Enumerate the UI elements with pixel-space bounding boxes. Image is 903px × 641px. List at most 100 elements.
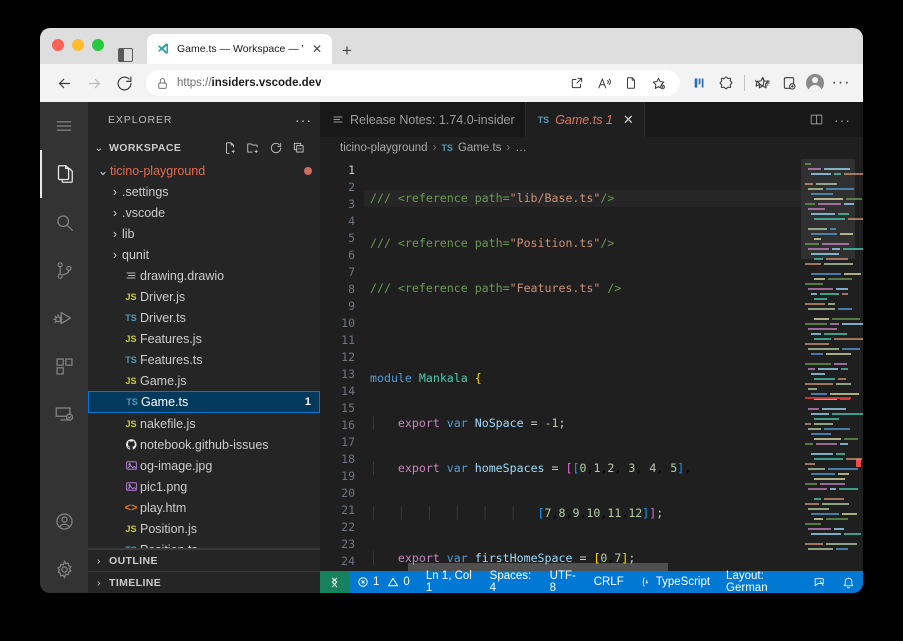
minimap-code-line xyxy=(836,383,851,385)
sidebar-item-search[interactable] xyxy=(40,198,88,246)
sidebar-item-explorer[interactable] xyxy=(40,150,88,198)
manage-gear-icon[interactable] xyxy=(40,545,88,593)
browser-tab[interactable]: Game.ts — Workspace — Visual Studio Code… xyxy=(147,34,332,64)
language-status[interactable]: TypeScript xyxy=(632,571,718,593)
feedback-icon[interactable] xyxy=(805,571,834,593)
code-content[interactable]: /// <reference path="lib/Base.ts"/> /// … xyxy=(364,159,801,571)
tree-folder-vscode[interactable]: ›.vscode xyxy=(88,202,320,223)
tab-close-icon[interactable]: ✕ xyxy=(623,112,634,128)
tree-file-nakefile.js[interactable]: JSnakefile.js xyxy=(88,413,320,434)
back-icon[interactable] xyxy=(50,69,78,97)
minimap-code-line xyxy=(805,243,819,245)
new-tab-button[interactable]: + xyxy=(342,42,352,59)
forward-icon[interactable] xyxy=(80,69,108,97)
workspace-section-header[interactable]: ⌄ WORKSPACE xyxy=(88,137,320,159)
tree-file-notebook.github-issues[interactable]: notebook.github-issues xyxy=(88,434,320,455)
timeline-section-header[interactable]: › TIMELINE xyxy=(88,571,320,593)
collections-icon[interactable] xyxy=(777,71,801,95)
settings-and-more-icon[interactable]: ··· xyxy=(829,71,853,95)
minimap[interactable] xyxy=(801,159,863,571)
sidebar-item-source-control[interactable] xyxy=(40,246,88,294)
minimap-code-line xyxy=(824,168,850,170)
more-actions-icon[interactable]: ··· xyxy=(834,112,851,128)
indentation-status[interactable]: Spaces: 4 xyxy=(482,571,542,593)
minimap-code-line xyxy=(811,353,823,355)
editor-area: Release Notes: 1.74.0-insider TS Game.ts… xyxy=(320,102,863,593)
eol-status[interactable]: CRLF xyxy=(586,571,632,593)
tab-release-notes[interactable]: Release Notes: 1.74.0-insider xyxy=(320,102,526,137)
tree-file-Features.js[interactable]: JSFeatures.js xyxy=(88,328,320,349)
encoding-status[interactable]: UTF-8 xyxy=(542,571,586,593)
tab-game-ts[interactable]: TS Game.ts 1 ✕ xyxy=(526,102,645,137)
tree-file-Position.js[interactable]: JSPosition.js xyxy=(88,518,320,539)
read-aloud-icon[interactable] xyxy=(592,71,616,95)
minimap-code-line xyxy=(840,443,848,445)
tree-item-label: notebook.github-issues xyxy=(140,438,269,452)
minimap-code-line xyxy=(808,188,823,190)
browser-sidebar-toggle-icon[interactable] xyxy=(118,48,133,62)
breadcrumb-item-symbol[interactable]: … xyxy=(515,142,527,154)
close-window-button[interactable] xyxy=(52,39,64,51)
problems-status[interactable]: 1 0 xyxy=(349,571,418,593)
sidebar-more-icon[interactable]: ··· xyxy=(295,112,312,128)
minimize-window-button[interactable] xyxy=(72,39,84,51)
tree-folder-settings[interactable]: ›.settings xyxy=(88,181,320,202)
minimap-code-line xyxy=(836,453,845,455)
sidebar-item-run-and-debug[interactable] xyxy=(40,294,88,342)
notifications-bell-icon[interactable] xyxy=(834,571,863,593)
sidebar-item-extensions[interactable] xyxy=(40,342,88,390)
minimap-code-line xyxy=(805,383,833,385)
browser-essentials-icon[interactable] xyxy=(714,71,738,95)
notes-icon xyxy=(332,114,344,126)
tree-file-Game.ts[interactable]: TSGame.ts1 xyxy=(88,391,320,413)
tree-file-pic1.png[interactable]: pic1.png xyxy=(88,476,320,497)
menu-icon[interactable] xyxy=(40,102,88,150)
share-icon[interactable] xyxy=(565,71,589,95)
code-editor[interactable]: 1234567891011121314151617181920212223242… xyxy=(320,159,863,571)
tree-file-Driver.ts[interactable]: TSDriver.ts xyxy=(88,307,320,328)
chevron-down-icon: ⌄ xyxy=(92,142,106,154)
line-number: 1 xyxy=(320,162,364,179)
browser-tab-close-icon[interactable]: ✕ xyxy=(310,43,324,55)
minimap-code-line xyxy=(805,503,819,505)
refresh-icon[interactable] xyxy=(269,141,283,155)
status-bar-right: Ln 1, Col 1 Spaces: 4 UTF-8 CRLF TypeScr… xyxy=(418,571,863,593)
new-folder-icon[interactable] xyxy=(246,141,260,155)
minimap-code-line xyxy=(808,428,821,430)
new-file-icon[interactable] xyxy=(223,141,237,155)
split-screen-icon[interactable] xyxy=(688,71,712,95)
tree-file-og-image.jpg[interactable]: og-image.jpg xyxy=(88,455,320,476)
tree-file-Driver.js[interactable]: JSDriver.js xyxy=(88,286,320,307)
tree-item-label: qunit xyxy=(122,248,149,262)
address-bar[interactable]: https://insiders.vscode.dev xyxy=(146,70,680,96)
tree-file-play.htm[interactable]: <>play.htm xyxy=(88,497,320,518)
favorite-icon[interactable] xyxy=(646,71,670,95)
tree-file-Position.ts[interactable]: TSPosition.ts xyxy=(88,539,320,548)
tree-file-Game.js[interactable]: JSGame.js xyxy=(88,370,320,391)
collapse-all-icon[interactable] xyxy=(292,141,306,155)
tree-file-drawing.drawio[interactable]: drawing.drawio xyxy=(88,265,320,286)
horizontal-scrollbar[interactable] xyxy=(408,563,668,571)
line-number: 23 xyxy=(320,536,364,553)
remote-indicator[interactable] xyxy=(320,571,349,593)
cursor-position[interactable]: Ln 1, Col 1 xyxy=(418,571,482,593)
page-actions-icon[interactable] xyxy=(619,71,643,95)
tree-folder-qunit[interactable]: ›qunit xyxy=(88,244,320,265)
tree-root-ticino-playground[interactable]: ⌄ ticino-playground xyxy=(88,160,320,181)
favorites-bar-icon[interactable] xyxy=(751,71,775,95)
keyboard-layout-status[interactable]: Layout: German xyxy=(718,571,805,593)
tree-file-Features.ts[interactable]: TSFeatures.ts xyxy=(88,349,320,370)
reload-icon[interactable] xyxy=(110,69,138,97)
minimap-code-line xyxy=(811,253,839,255)
maximize-window-button[interactable] xyxy=(92,39,104,51)
line-number: 2 xyxy=(320,179,364,196)
breadcrumb-item-folder[interactable]: ticino-playground xyxy=(340,142,428,154)
accounts-icon[interactable] xyxy=(40,497,88,545)
tree-folder-lib[interactable]: ›lib xyxy=(88,223,320,244)
line-number: 14 xyxy=(320,383,364,400)
breadcrumb-item-file[interactable]: Game.ts xyxy=(458,142,501,154)
sidebar-item-remote-explorer[interactable] xyxy=(40,390,88,438)
outline-section-header[interactable]: › OUTLINE xyxy=(88,549,320,571)
profile-avatar[interactable] xyxy=(803,71,827,95)
split-editor-icon[interactable] xyxy=(809,112,824,127)
